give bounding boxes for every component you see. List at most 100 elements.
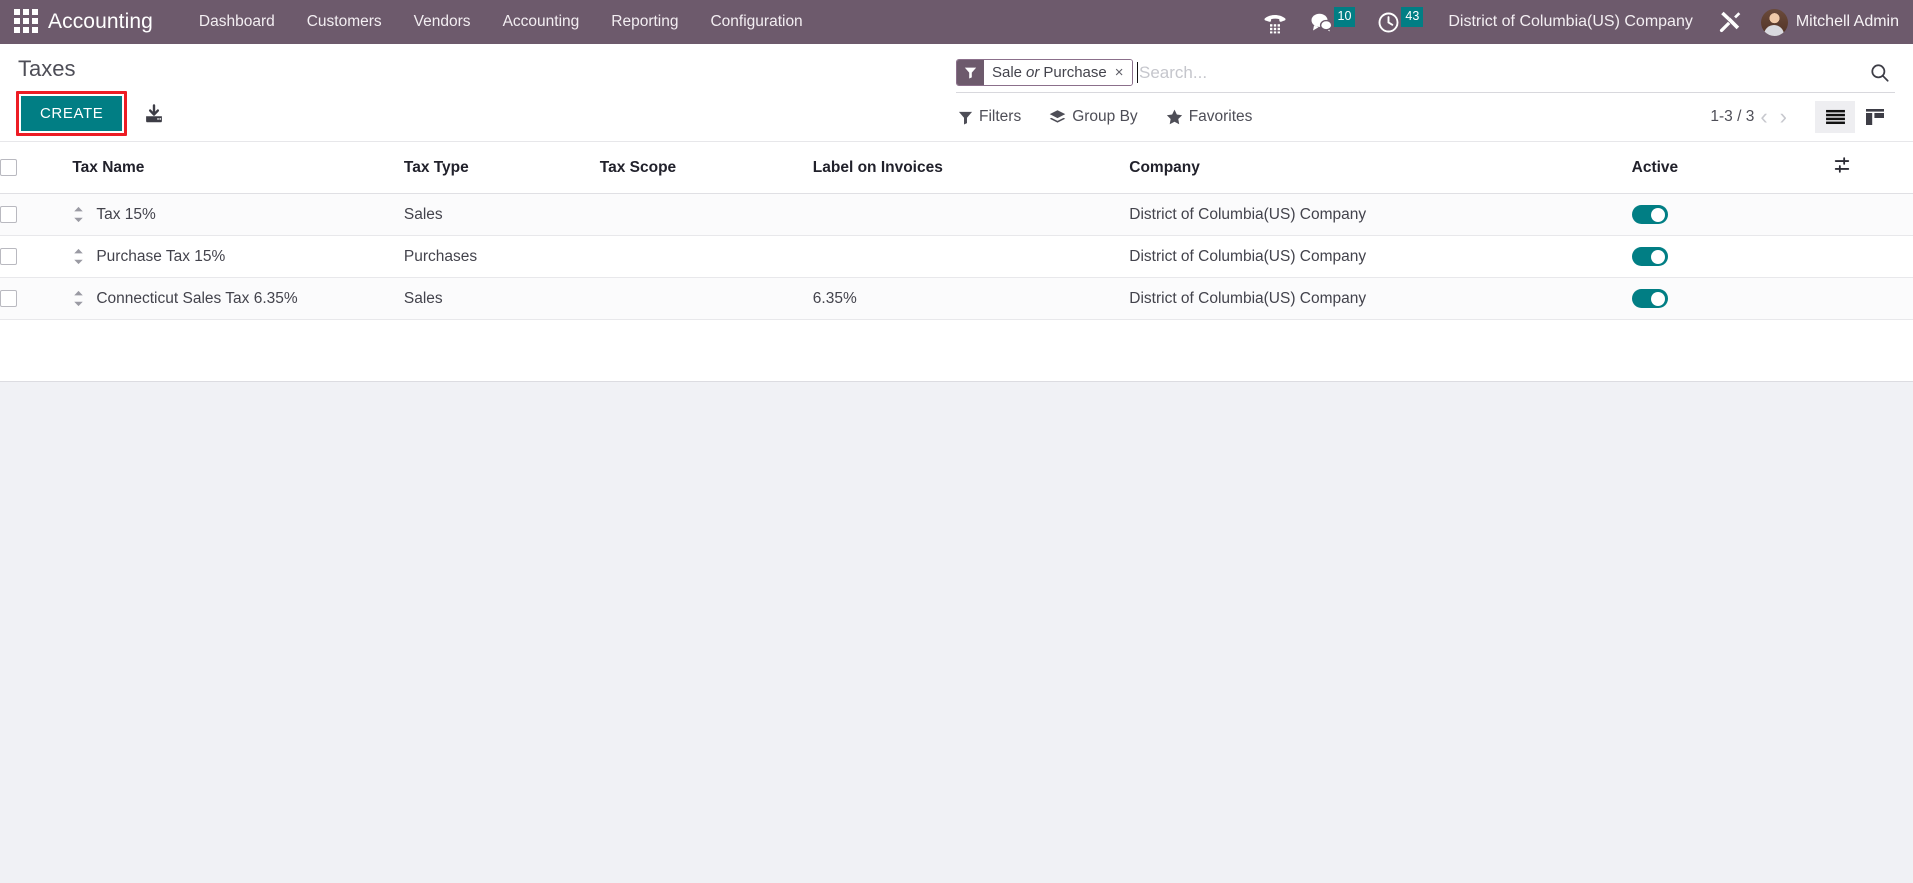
page-background	[0, 382, 1913, 825]
user-menu[interactable]: Mitchell Admin	[1753, 0, 1899, 44]
cell-tax-type: Purchases	[403, 235, 600, 278]
select-all-checkbox[interactable]	[0, 158, 17, 176]
pager-value[interactable]: 1-3 / 3	[1710, 108, 1754, 126]
cell-company: District of Columbia(US) Company	[1129, 235, 1632, 278]
list-empty-filler	[0, 320, 1913, 382]
pager: 1-3 / 3 ‹ ›	[1710, 106, 1793, 128]
row-checkbox[interactable]	[0, 247, 17, 265]
cell-tax-name: Purchase Tax 15%	[72, 235, 404, 278]
filter-funnel-icon	[957, 60, 984, 85]
phone-dialpad-button[interactable]	[1251, 0, 1299, 44]
row-select-cell	[0, 235, 73, 278]
cell-tax-type: Sales	[403, 277, 600, 320]
header-tax-type[interactable]: Tax Type	[403, 142, 600, 194]
cell-spacer	[1832, 193, 1913, 236]
table-header-row: Tax Name Tax Type Tax Scope Label on Inv…	[0, 142, 1913, 194]
developer-tools-button[interactable]	[1707, 0, 1753, 44]
header-company[interactable]: Company	[1129, 142, 1632, 194]
pager-next-button[interactable]: ›	[1774, 106, 1793, 128]
favorites-dropdown[interactable]: Favorites	[1164, 102, 1267, 132]
cell-label-on-invoices	[812, 235, 1130, 278]
header-select-all	[0, 142, 73, 194]
menu-item-accounting[interactable]: Accounting	[487, 0, 596, 44]
search-input-wrapper	[1133, 62, 1859, 83]
cell-tax-type: Sales	[403, 193, 600, 236]
main-menu: Dashboard Customers Vendors Accounting R…	[183, 0, 819, 44]
tax-name-label: Connecticut Sales Tax 6.35%	[96, 289, 298, 307]
cell-company: District of Columbia(US) Company	[1129, 193, 1632, 236]
active-toggle[interactable]	[1631, 247, 1668, 266]
messages-button[interactable]: 10	[1299, 0, 1367, 44]
table-row[interactable]: Connecticut Sales Tax 6.35% Sales 6.35% …	[0, 277, 1913, 320]
import-download-icon	[146, 103, 163, 122]
drag-handle-icon[interactable]	[72, 206, 85, 223]
cell-spacer	[1832, 235, 1913, 278]
menu-item-vendors[interactable]: Vendors	[398, 0, 487, 44]
kanban-icon	[1866, 109, 1884, 125]
menu-item-configuration[interactable]: Configuration	[694, 0, 818, 44]
active-toggle[interactable]	[1631, 289, 1668, 308]
taxes-table: Tax Name Tax Type Tax Scope Label on Inv…	[0, 142, 1913, 320]
facet-remove-icon[interactable]: ×	[1112, 60, 1132, 85]
sliders-icon	[1834, 157, 1849, 173]
group-by-dropdown[interactable]: Group By	[1047, 102, 1151, 132]
cell-tax-scope	[599, 277, 813, 320]
kanban-view-button[interactable]	[1855, 101, 1895, 133]
cell-tax-scope	[599, 193, 813, 236]
header-tax-scope[interactable]: Tax Scope	[599, 142, 813, 194]
pager-previous-button[interactable]: ‹	[1754, 106, 1773, 128]
row-checkbox[interactable]	[0, 289, 17, 307]
activities-count-badge: 43	[1401, 7, 1424, 27]
control-panel-top-row: Taxes CREATE Sale or Purchase × Search..…	[0, 44, 1913, 141]
menu-item-dashboard[interactable]: Dashboard	[183, 0, 291, 44]
cell-active	[1631, 277, 1833, 320]
list-view-button[interactable]	[1815, 101, 1855, 133]
facet-text-prefix: Sale	[992, 64, 1023, 81]
cell-label-on-invoices: 6.35%	[812, 277, 1130, 320]
filters-label: Filters	[979, 108, 1022, 125]
filters-dropdown[interactable]: Filters	[956, 102, 1035, 132]
layers-icon	[1049, 110, 1066, 123]
header-active[interactable]: Active	[1631, 142, 1833, 194]
avatar	[1760, 8, 1788, 36]
control-panel-left: Taxes CREATE	[16, 44, 956, 136]
facet-text-conjunction: or	[1026, 64, 1040, 81]
list-sheet: Tax Name Tax Type Tax Scope Label on Inv…	[0, 142, 1913, 382]
optional-columns-button[interactable]	[1832, 142, 1913, 194]
apps-grid-icon[interactable]	[14, 9, 40, 35]
drag-handle-icon[interactable]	[72, 248, 85, 265]
header-label-on-invoices[interactable]: Label on Invoices	[812, 142, 1130, 194]
search-facet-sale-or-purchase[interactable]: Sale or Purchase ×	[956, 59, 1133, 86]
search-facet-label: Sale or Purchase	[984, 60, 1113, 85]
import-records-button[interactable]	[143, 103, 165, 125]
app-brand-accounting[interactable]: Accounting	[48, 10, 153, 34]
company-switcher[interactable]: District of Columbia(US) Company	[1434, 0, 1707, 44]
cell-company: District of Columbia(US) Company	[1129, 277, 1632, 320]
control-panel: Taxes CREATE Sale or Purchase × Search..…	[0, 44, 1913, 142]
chat-bubble-icon	[1311, 13, 1333, 33]
header-tax-name[interactable]: Tax Name	[72, 142, 404, 194]
clock-icon	[1378, 12, 1399, 32]
row-checkbox[interactable]	[0, 205, 17, 223]
table-header: Tax Name Tax Type Tax Scope Label on Inv…	[0, 142, 1913, 194]
action-buttons: CREATE	[16, 91, 956, 136]
tax-name-label: Purchase Tax 15%	[96, 247, 226, 265]
star-icon	[1166, 109, 1182, 125]
menu-item-reporting[interactable]: Reporting	[595, 0, 694, 44]
group-by-label: Group By	[1072, 108, 1138, 125]
activities-button[interactable]: 43	[1366, 0, 1434, 44]
create-button[interactable]: CREATE	[21, 96, 123, 131]
active-toggle[interactable]	[1631, 205, 1668, 224]
control-panel-bottom-row: Filters Group By Favorites 1-3 / 3 ‹ ›	[956, 93, 1895, 141]
cell-tax-scope	[599, 235, 813, 278]
search-button[interactable]	[1859, 62, 1895, 84]
table-row[interactable]: Purchase Tax 15% Purchases District of C…	[0, 235, 1913, 278]
drag-handle-icon[interactable]	[72, 290, 85, 307]
search-input[interactable]	[1139, 62, 1859, 83]
navbar-right-tools: 10 43 District of Columbia(US) Company M…	[1251, 0, 1913, 44]
search-view: Sale or Purchase ×	[956, 55, 1895, 93]
phone-dialpad-icon	[1263, 14, 1286, 34]
menu-item-customers[interactable]: Customers	[291, 0, 398, 44]
table-row[interactable]: Tax 15% Sales District of Columbia(US) C…	[0, 193, 1913, 236]
row-select-cell	[0, 277, 73, 320]
